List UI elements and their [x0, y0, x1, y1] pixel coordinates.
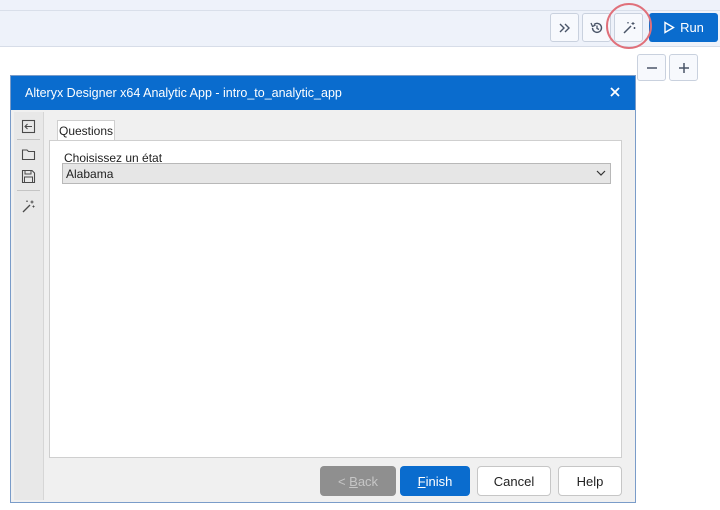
side-divider [17, 190, 40, 191]
toolbar-divider [0, 10, 720, 11]
cancel-button[interactable]: Cancel [477, 466, 551, 496]
finish-button[interactable]: Finish [400, 466, 470, 496]
save-button[interactable] [18, 166, 38, 186]
help-button[interactable]: Help [558, 466, 622, 496]
run-label: Run [680, 20, 704, 35]
collapse-button[interactable] [18, 116, 38, 136]
state-dropdown[interactable]: Alabama [62, 163, 611, 184]
analytic-app-button[interactable] [614, 13, 643, 42]
back-rest: ack [357, 473, 379, 489]
save-icon [21, 169, 35, 183]
dialog-titlebar: Alteryx Designer x64 Analytic App - intr… [11, 76, 635, 110]
dialog-title: Alteryx Designer x64 Analytic App - intr… [25, 86, 342, 100]
back-prefix: < [337, 473, 350, 489]
close-button[interactable] [607, 84, 623, 100]
double-chevron-right-icon [559, 23, 570, 32]
chevron-down-icon [596, 170, 606, 176]
interface-designer-button[interactable] [18, 196, 38, 216]
plus-icon [678, 62, 689, 73]
zoom-in-button[interactable] [669, 54, 698, 81]
finish-mnemonic: F [417, 473, 426, 489]
back-button[interactable]: < Back [320, 466, 396, 496]
history-icon [589, 22, 602, 33]
play-icon [664, 21, 675, 34]
back-mnemonic: B [349, 473, 358, 489]
collapse-icon [21, 119, 35, 133]
side-divider [17, 139, 40, 140]
magic-wand-icon [622, 21, 635, 34]
folder-open-icon [21, 148, 35, 160]
open-button[interactable] [18, 144, 38, 164]
run-button[interactable]: Run [649, 13, 718, 42]
tab-questions[interactable]: Questions [57, 120, 115, 141]
side-toolbar [14, 112, 44, 500]
magic-wand-icon [22, 200, 34, 212]
zoom-out-button[interactable] [637, 54, 666, 81]
analytic-app-dialog: Alteryx Designer x64 Analytic App - intr… [10, 75, 636, 503]
minus-icon [646, 66, 657, 69]
close-icon [610, 87, 620, 97]
history-button[interactable] [582, 13, 611, 42]
toolbar: Run [0, 0, 720, 47]
questions-panel: Choisissez un état Alabama [49, 140, 622, 458]
expand-button[interactable] [550, 13, 579, 42]
finish-rest: inish [425, 473, 453, 489]
state-dropdown-value: Alabama [66, 167, 114, 181]
